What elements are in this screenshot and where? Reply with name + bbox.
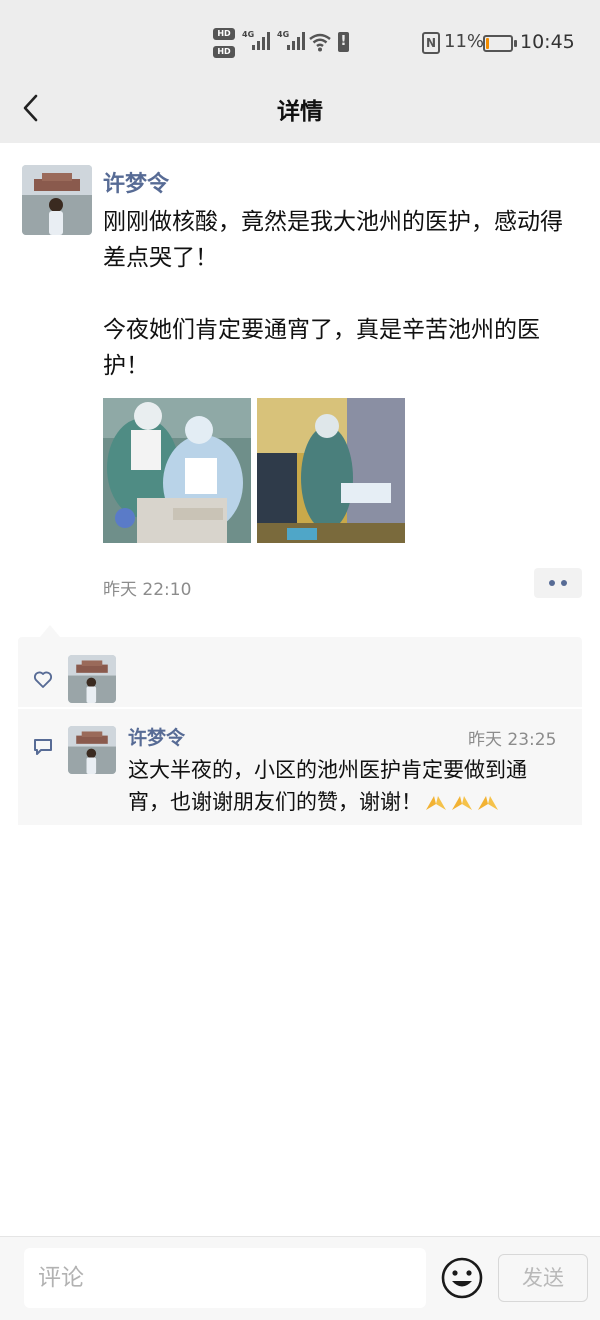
battery-percent: 11% [444,31,485,52]
comment-icon [34,739,52,755]
avatar[interactable] [22,165,92,235]
hd-badge-1: HD [213,28,235,40]
commenter-avatar[interactable] [68,726,116,774]
nfc-icon: N [422,32,440,54]
folded-hands-emoji [422,790,500,814]
heart-icon [33,671,53,688]
post-paragraph: 今夜她们肯定要通宵了，真是辛苦池州的医护！ [103,317,540,379]
status-bar: HD HD 4G 4G ! N 11% 10:45 [0,0,600,88]
comment-input[interactable] [24,1248,426,1308]
alert-icon: ! [338,32,349,52]
battery-icon [483,35,517,52]
hd-badge-2: HD [213,46,235,58]
post-timestamp: 昨天 22:10 [103,580,192,600]
smiley-icon[interactable] [440,1256,484,1300]
post-photo[interactable] [103,398,251,543]
post-author[interactable]: 许梦令 [103,166,169,198]
comment-author[interactable]: 许梦令 [128,723,185,750]
wifi-icon [309,33,331,52]
liker-avatar[interactable] [68,655,116,703]
comment-text[interactable]: 这大半夜的，小区的池州医护肯定要做到通宵，也谢谢朋友们的赞，谢谢！ [128,754,568,818]
post-paragraph: 刚刚做核酸，竟然是我大池州的医护，感动得差点哭了！ [103,209,563,271]
clock: 10:45 [520,31,575,53]
post-text: 刚刚做核酸，竟然是我大池州的医护，感动得差点哭了！ 今夜她们肯定要通宵了，真是辛… [103,204,573,384]
page-title: 详情 [277,99,323,125]
post-photo[interactable] [257,398,405,543]
more-dots-icon[interactable] [534,568,582,598]
send-button[interactable]: 发送 [498,1254,588,1302]
comment-timestamp: 昨天 23:25 [468,730,557,750]
